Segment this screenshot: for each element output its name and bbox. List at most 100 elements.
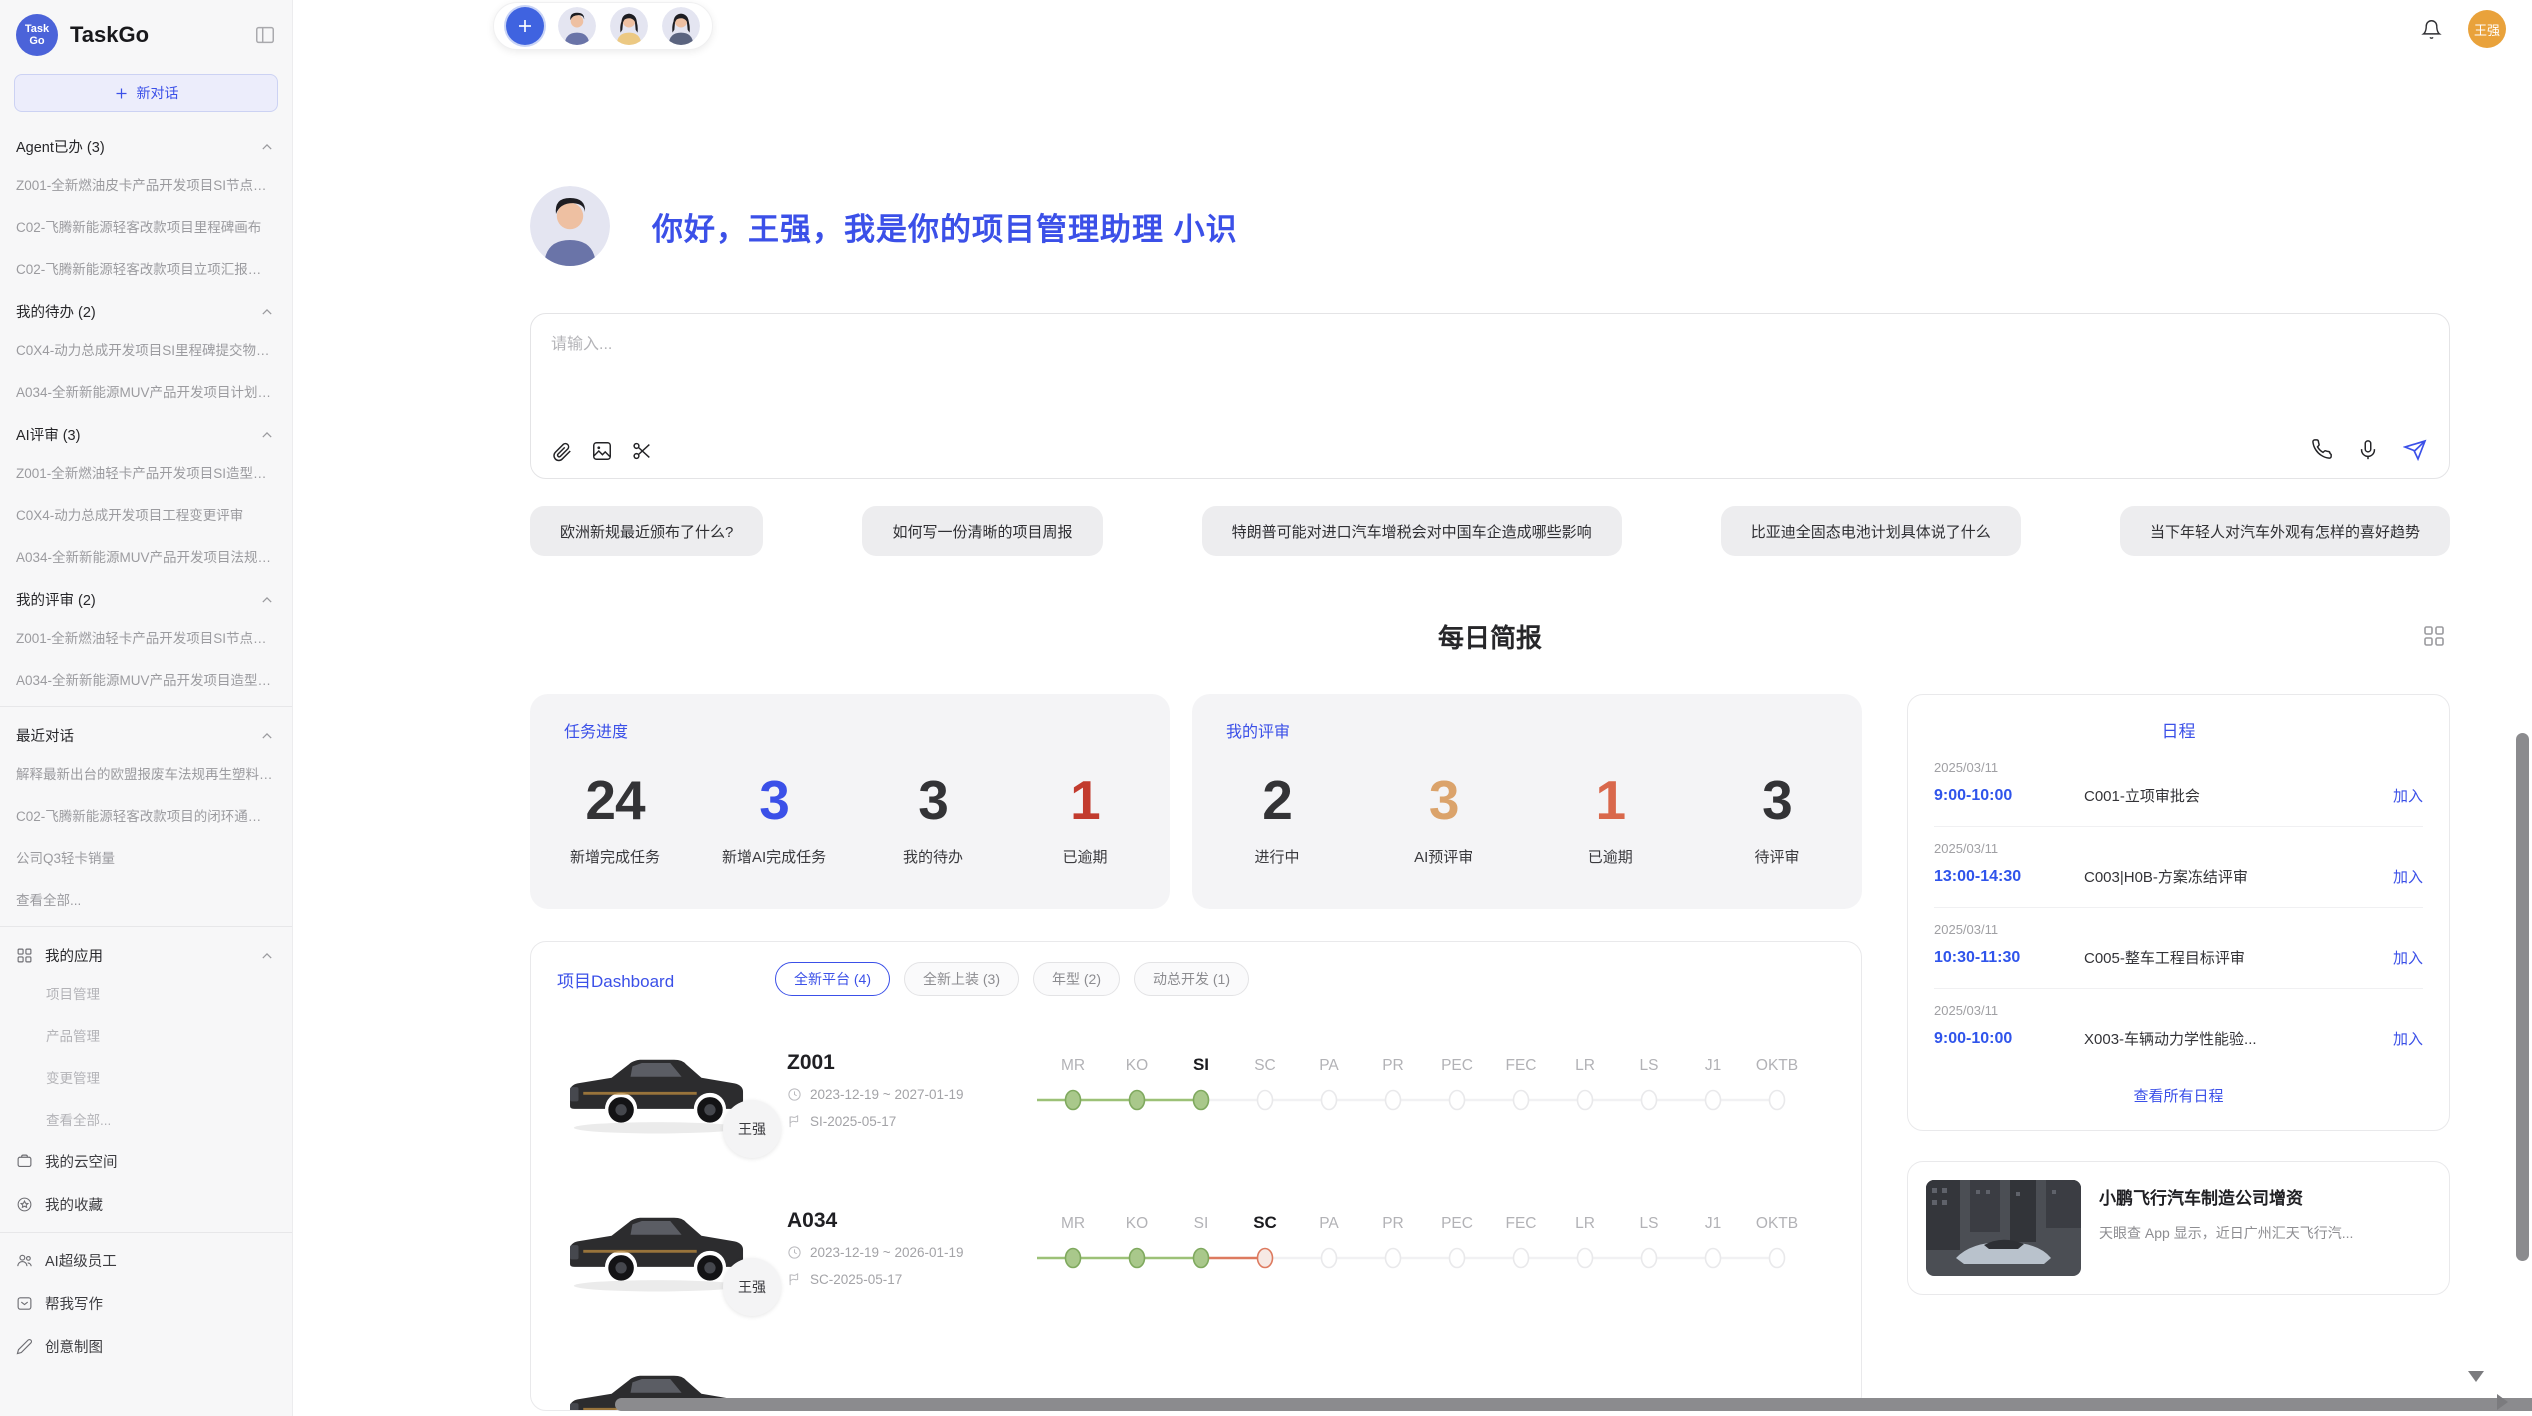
briefing-right-column: 日程 2025/03/119:00-10:00C001-立项审批会加入2025/… (1907, 694, 2450, 1295)
recent-conversation-item[interactable]: 解释最新出台的欧盟报废车法规再生塑料比例被调至15%... (0, 752, 292, 794)
sidebar-section-header[interactable]: AI评审 (3) (0, 412, 292, 451)
sidebar-task-item[interactable]: C02-飞腾新能源轻客改款项目里程碑画布 (0, 205, 292, 247)
svg-text:PA: PA (1319, 1215, 1339, 1232)
chevron-up-icon[interactable] (260, 949, 274, 963)
app-logo: Task Go (16, 14, 58, 56)
stat-label: 新增完成任务 (570, 846, 660, 867)
sidebar-task-item[interactable]: Z001-全新燃油轻卡产品开发项目SI节点属性5D文件评审 (0, 616, 292, 658)
my-apps-header[interactable]: 我的应用 (0, 933, 292, 972)
stat-item: 3AI预评审 (1399, 768, 1489, 867)
image-icon[interactable] (591, 440, 613, 462)
sidebar-task-item[interactable]: A034-全新新能源MUV产品开发项目法规符合性评审 (0, 535, 292, 577)
app-logo-text-top: Task (25, 23, 49, 35)
dashboard-tab[interactable]: 全新平台 (4) (775, 962, 890, 996)
sidebar-tool-ai-staff[interactable]: AI超级员工 (0, 1239, 292, 1282)
suggestion-chips: 欧洲新规最近颁布了什么? 如何写一份清晰的项目周报 特朗普可能对进口汽车增税会对中国… (530, 506, 2450, 556)
message-composer (530, 313, 2450, 479)
project-image: 王强 (557, 1196, 787, 1300)
sidebar-task-item[interactable]: C02-飞腾新能源轻客改款项目立项汇报方案 (0, 247, 292, 289)
drawing-icon (16, 1338, 33, 1355)
project-row[interactable]: 王强Z0012023-12-19 ~ 2027-01-19SI-2025-05-… (557, 1026, 1835, 1154)
event-date: 2025/03/11 (1934, 1003, 2423, 1018)
vertical-scrollbar-thumb[interactable] (2516, 733, 2529, 1261)
new-chat-button[interactable]: 新对话 (14, 74, 278, 112)
join-meeting-link[interactable]: 加入 (2393, 947, 2423, 968)
sidebar-tool-writing[interactable]: 帮我写作 (0, 1282, 292, 1325)
view-all-schedule-link[interactable]: 查看所有日程 (1934, 1069, 2423, 1112)
news-title: 小鹏飞行汽车制造公司增资 (2099, 1184, 2353, 1209)
sidebar-task-item[interactable]: Z001-全新燃油皮卡产品开发项目SI节点Lesson Learn报告 (0, 163, 292, 205)
suggestion-chip[interactable]: 当下年轻人对汽车外观有怎样的喜好趋势 (2120, 506, 2450, 556)
section-title: 最近对话 (16, 725, 74, 746)
sidebar-task-item[interactable]: A034-全新新能源MUV产品开发项目计划变更表编写 (0, 370, 292, 412)
schedule-event: 2025/03/119:00-10:00C001-立项审批会加入 (1934, 746, 2423, 827)
stat-value: 3 (722, 768, 826, 832)
sidebar-link-cloud-space[interactable]: 我的云空间 (0, 1140, 292, 1183)
stat-label: 新增AI完成任务 (722, 846, 826, 867)
join-meeting-link[interactable]: 加入 (2393, 785, 2423, 806)
app-menu-item[interactable]: 查看全部... (0, 1098, 292, 1140)
section-title: Agent已办 (3) (16, 136, 105, 157)
svg-text:KO: KO (1126, 1215, 1148, 1232)
sidebar-collapse-icon[interactable] (254, 24, 276, 46)
briefing-left-column: 任务进度 24新增完成任务3新增AI完成任务3我的待办1已逾期 我的评审 2进行… (530, 694, 1862, 1411)
scroll-down-arrow[interactable] (2468, 1371, 2484, 1382)
section-title: 我的待办 (2) (16, 301, 96, 322)
chevron-up-icon[interactable] (260, 140, 274, 154)
chevron-up-icon[interactable] (260, 593, 274, 607)
recent-conversation-item[interactable]: 公司Q3轻卡销量 (0, 836, 292, 878)
app-menu-item[interactable]: 变更管理 (0, 1056, 292, 1098)
user-avatar[interactable]: 王强 (2468, 10, 2506, 48)
microphone-icon[interactable] (2357, 439, 2379, 461)
chevron-up-icon[interactable] (260, 729, 274, 743)
svg-text:FEC: FEC (1506, 1215, 1537, 1232)
screenshot-scissors-icon[interactable] (631, 440, 653, 462)
project-row[interactable]: 王强A0342023-12-19 ~ 2026-01-19SC-2025-05-… (557, 1184, 1835, 1312)
svg-text:PEC: PEC (1441, 1057, 1473, 1074)
suggestion-chip[interactable]: 如何写一份清晰的项目周报 (862, 506, 1102, 556)
svg-text:PR: PR (1382, 1057, 1404, 1074)
sidebar-section-header[interactable]: Agent已办 (3) (0, 124, 292, 163)
suggestion-chip[interactable]: 特朗普可能对进口汽车增税会对中国车企造成哪些影响 (1202, 506, 1622, 556)
sidebar-task-item[interactable]: A034-全新新能源MUV产品开发项目造型可行性评审 (0, 658, 292, 700)
recent-conversation-item[interactable]: C02-飞腾新能源轻客改款项目的闭环通告反馈情况 (0, 794, 292, 836)
project-code: Z001 (787, 1051, 1037, 1075)
layout-grid-icon[interactable] (2422, 624, 2446, 653)
chevron-up-icon[interactable] (260, 428, 274, 442)
flag-icon (787, 1272, 802, 1287)
event-time: 13:00-14:30 (1934, 868, 2084, 886)
recent-conversation-item[interactable]: 查看全部... (0, 878, 292, 920)
suggestion-chip[interactable]: 欧洲新规最近颁布了什么? (530, 506, 763, 556)
sidebar-task-item[interactable]: Z001-全新燃油轻卡产品开发项目SI造型提交物评审 (0, 451, 292, 493)
scroll-right-arrow[interactable] (2497, 1394, 2508, 1410)
sidebar-link-favorites[interactable]: 我的收藏 (0, 1183, 292, 1226)
news-card[interactable]: 小鹏飞行汽车制造公司增资 天眼查 App 显示，近日广州汇天飞行汽... (1907, 1161, 2450, 1295)
sidebar-task-item[interactable]: C0X4-动力总成开发项目SI里程碑提交物检查 (0, 328, 292, 370)
event-time: 10:30-11:30 (1934, 949, 2084, 967)
app-menu-item[interactable]: 项目管理 (0, 972, 292, 1014)
dashboard-tab[interactable]: 全新上装 (3) (904, 962, 1019, 996)
send-icon[interactable] (2403, 438, 2427, 462)
sidebar-section-header[interactable]: 我的待办 (2) (0, 289, 292, 328)
schedule-event: 2025/03/1110:30-11:30C005-整车工程目标评审加入 (1934, 908, 2423, 989)
event-date: 2025/03/11 (1934, 760, 2423, 775)
my-apps-title: 我的应用 (45, 945, 103, 966)
daily-briefing-title: 每日简报 (530, 618, 2450, 655)
app-menu-item[interactable]: 产品管理 (0, 1014, 292, 1056)
stat-label: 我的待办 (888, 846, 978, 867)
join-meeting-link[interactable]: 加入 (2393, 1028, 2423, 1049)
chevron-up-icon[interactable] (260, 305, 274, 319)
dashboard-tab[interactable]: 动总开发 (1) (1134, 962, 1249, 996)
stat-label: 待评审 (1732, 846, 1822, 867)
chat-input[interactable] (551, 330, 2151, 400)
dashboard-tab[interactable]: 年型 (2) (1033, 962, 1120, 996)
horizontal-scrollbar-thumb[interactable] (615, 1398, 2532, 1411)
sidebar-tool-drawing[interactable]: 创意制图 (0, 1325, 292, 1368)
attachment-icon[interactable] (551, 440, 573, 462)
suggestion-chip[interactable]: 比亚迪全固态电池计划具体说了什么 (1721, 506, 2021, 556)
sidebar-section-header[interactable]: 我的评审 (2) (0, 577, 292, 616)
voice-call-icon[interactable] (2311, 439, 2333, 461)
sidebar-task-item[interactable]: C0X4-动力总成开发项目工程变更评审 (0, 493, 292, 535)
join-meeting-link[interactable]: 加入 (2393, 866, 2423, 887)
sidebar-section-header[interactable]: 最近对话 (0, 713, 292, 752)
